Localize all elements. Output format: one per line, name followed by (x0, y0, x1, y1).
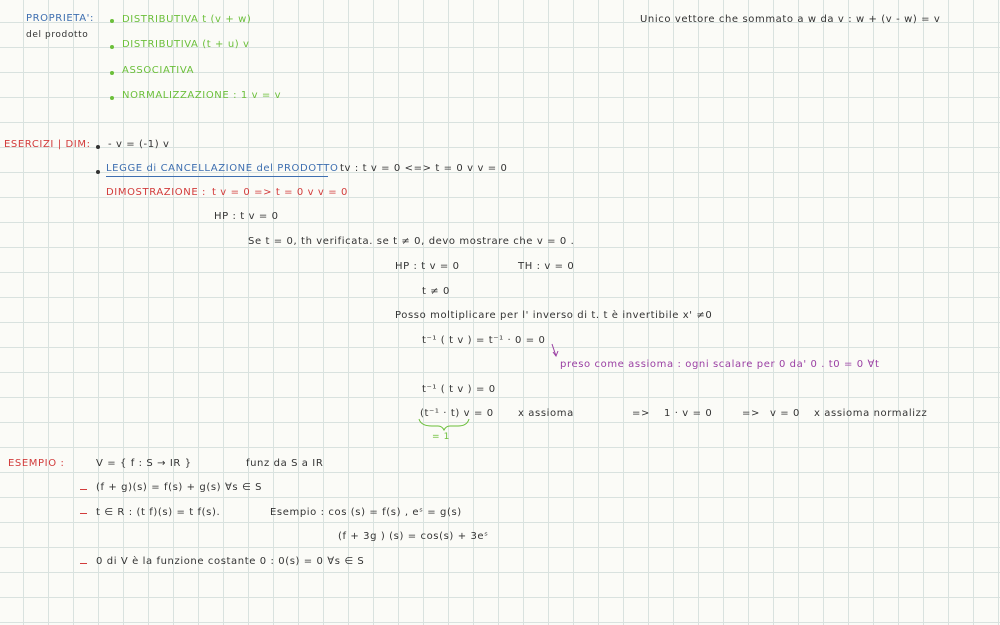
handwritten-strokes (418, 343, 559, 432)
